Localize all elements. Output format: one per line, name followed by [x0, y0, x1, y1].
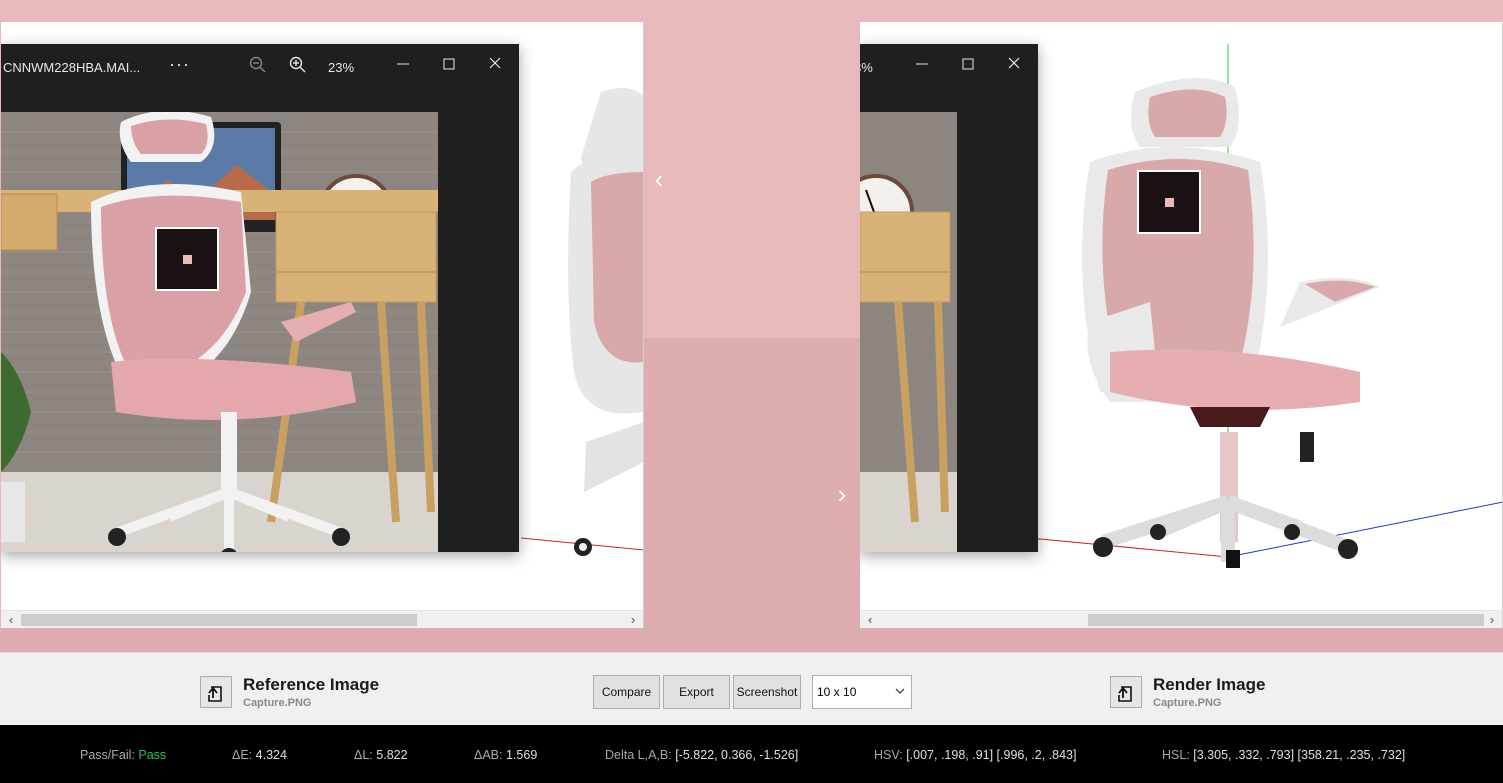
delta-lab-label: Delta L,A,B: — [605, 748, 672, 762]
close-icon[interactable] — [1002, 50, 1026, 74]
chevron-down-icon — [895, 676, 905, 720]
delta-e-value: 4.324 — [255, 748, 287, 762]
bottom-toolbar: Reference Image Capture.PNG Compare Expo… — [0, 652, 1503, 725]
grid-size-value: 10 x 10 — [817, 685, 857, 699]
delta-ab-label: ΔAB: — [474, 748, 503, 762]
minimize-icon[interactable] — [391, 50, 415, 74]
top-band — [0, 0, 1503, 22]
upload-icon — [1118, 686, 1132, 702]
close-icon[interactable] — [483, 50, 507, 74]
delta-lab-stat: Delta L,A,B: [-5.822, 0.366, -1.526] — [605, 748, 798, 762]
load-render-button[interactable] — [1110, 676, 1142, 708]
load-reference-button[interactable] — [200, 676, 232, 708]
reference-horizontal-scrollbar[interactable]: ‹ › — [1, 610, 643, 628]
reference-image-filename: Capture.PNG — [243, 697, 312, 709]
status-bar: Pass/Fail: Pass ΔE: 4.324 ΔL: 5.822 ΔAB:… — [0, 725, 1503, 783]
delta-e-label: ΔE: — [232, 748, 253, 762]
more-options-button[interactable]: ··· — [169, 54, 190, 75]
reference-photo — [1, 112, 438, 552]
previous-arrow[interactable]: ‹ — [647, 164, 671, 194]
render-photo-fragment — [860, 112, 957, 552]
render-photo-viewer-window[interactable]: 3% — [860, 44, 1038, 552]
scroll-right-arrow[interactable]: › — [1484, 612, 1500, 628]
scroll-thumb[interactable] — [21, 614, 417, 626]
render-photo-titlebar: 3% — [860, 44, 1038, 90]
render-image-filename: Capture.PNG — [1153, 697, 1222, 709]
scroll-left-arrow[interactable]: ‹ — [862, 612, 878, 628]
render-image-title: Render Image — [1153, 675, 1266, 694]
export-button[interactable]: Export — [663, 675, 730, 709]
hsl-label: HSL: — [1162, 748, 1190, 762]
upload-icon — [208, 686, 222, 702]
scroll-right-arrow[interactable]: › — [625, 612, 641, 628]
photo-viewer-window[interactable]: CNNWM228HBA.MAI... ··· 23% — [1, 44, 519, 552]
delta-l-stat: ΔL: 5.822 — [354, 748, 408, 762]
render-viewport[interactable]: 3% ‹ › — [860, 22, 1503, 628]
maximize-icon[interactable] — [956, 50, 980, 74]
compare-button[interactable]: Compare — [593, 675, 660, 709]
zoom-in-icon[interactable] — [289, 56, 307, 77]
reference-image-title: Reference Image — [243, 675, 380, 694]
hsl-stat: HSL: [3.305, .332, .793] [358.21, .235, … — [1162, 748, 1405, 762]
hsv-stat: HSV: [.007, .198, .91] [.996, .2, .843] — [874, 748, 1076, 762]
screenshot-button[interactable]: Screenshot — [733, 675, 801, 709]
zoom-out-icon[interactable] — [249, 56, 267, 77]
bottom-band — [0, 628, 1503, 652]
hsl-value: [3.305, .332, .793] [358.21, .235, .732] — [1193, 748, 1406, 762]
scroll-thumb[interactable] — [1088, 614, 1484, 626]
minimize-icon[interactable] — [910, 50, 934, 74]
delta-l-label: ΔL: — [354, 748, 373, 762]
next-arrow[interactable]: › — [830, 479, 854, 509]
photo-viewer-titlebar: CNNWM228HBA.MAI... ··· 23% — [1, 44, 519, 90]
delta-l-value: 5.822 — [376, 748, 408, 762]
render-zoom-level: 3% — [860, 60, 873, 75]
delta-e-stat: ΔE: 4.324 — [232, 748, 287, 762]
delta-lab-value: [-5.822, 0.366, -1.526] — [675, 748, 799, 762]
photo-filename: CNNWM228HBA.MAI... — [3, 60, 141, 75]
maximize-icon[interactable] — [437, 50, 461, 74]
hsv-label: HSV: — [874, 748, 903, 762]
delta-ab-stat: ΔAB: 1.569 — [474, 748, 537, 762]
reference-viewport[interactable]: CNNWM228HBA.MAI... ··· 23% ‹ › — [1, 22, 644, 628]
render-color-swatch — [644, 338, 860, 628]
pass-fail-value: Pass — [138, 748, 167, 762]
pass-fail-stat: Pass/Fail: Pass — [80, 748, 166, 762]
render-horizontal-scrollbar[interactable]: ‹ › — [860, 610, 1502, 628]
reference-color-swatch — [644, 22, 860, 338]
zoom-level: 23% — [328, 60, 355, 75]
hsv-value: [.007, .198, .91] [.996, .2, .843] — [906, 748, 1077, 762]
delta-ab-value: 1.569 — [505, 748, 538, 762]
grid-size-select[interactable]: 10 x 10 — [812, 675, 912, 709]
pass-fail-label: Pass/Fail: — [80, 748, 135, 762]
scroll-left-arrow[interactable]: ‹ — [3, 612, 19, 628]
